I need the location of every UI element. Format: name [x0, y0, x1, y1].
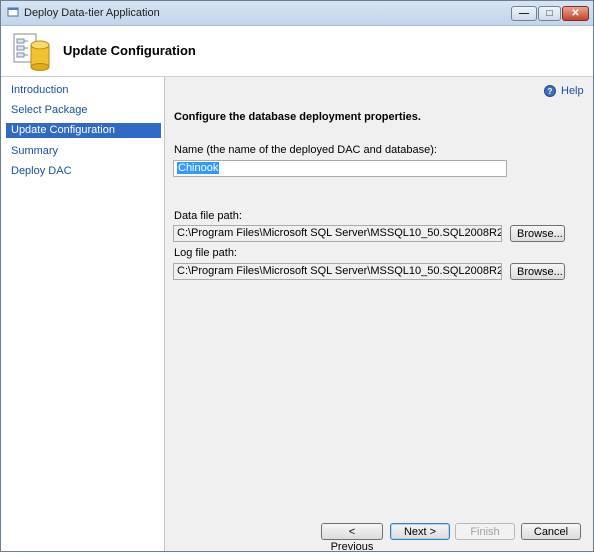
help-icon: ? — [544, 85, 556, 97]
data-file-path-label: Data file path: — [174, 210, 242, 222]
previous-button[interactable]: < Previous — [321, 523, 383, 553]
log-path-browse-button[interactable]: Browse... — [510, 263, 565, 280]
sidebar-item-select-package[interactable]: Select Package — [6, 103, 161, 118]
log-file-path-field[interactable]: C:\Program Files\Microsoft SQL Server\MS… — [173, 263, 502, 280]
database-config-icon — [13, 31, 53, 71]
sidebar-item-introduction[interactable]: Introduction — [6, 83, 161, 98]
log-file-path-label: Log file path: — [174, 247, 237, 259]
finish-button[interactable]: Finish — [455, 523, 515, 540]
minimize-icon: — — [519, 8, 529, 19]
data-path-browse-button[interactable]: Browse... — [510, 225, 565, 242]
window-title: Deploy Data-tier Application — [24, 7, 160, 19]
section-title: Configure the database deployment proper… — [174, 111, 421, 123]
main-content: ? Help Configure the database deployment… — [165, 77, 593, 553]
wizard-steps-sidebar: Introduction Select Package Update Confi… — [1, 77, 165, 551]
help-label: Help — [561, 85, 584, 97]
sidebar-item-deploy-dac[interactable]: Deploy DAC — [6, 164, 161, 179]
name-input-value: Chinook — [177, 162, 220, 174]
cancel-button[interactable]: Cancel — [521, 523, 581, 540]
sidebar-item-update-configuration[interactable]: Update Configuration — [6, 123, 161, 138]
minimize-button[interactable]: — — [511, 6, 537, 21]
sidebar-item-summary[interactable]: Summary — [6, 144, 161, 159]
close-icon: ✕ — [571, 8, 580, 19]
page-title: Update Configuration — [63, 43, 196, 58]
dialog-window: Deploy Data-tier Application — □ ✕ Updat… — [0, 0, 594, 553]
title-bar[interactable]: Deploy Data-tier Application — □ ✕ — [1, 1, 593, 26]
close-button[interactable]: ✕ — [562, 6, 589, 21]
name-input[interactable]: Chinook — [173, 160, 507, 177]
app-icon — [7, 6, 19, 18]
name-label: Name (the name of the deployed DAC and d… — [174, 144, 437, 156]
data-file-path-field[interactable]: C:\Program Files\Microsoft SQL Server\MS… — [173, 225, 502, 242]
maximize-icon: □ — [546, 8, 553, 19]
maximize-button[interactable]: □ — [538, 6, 561, 21]
svg-text:?: ? — [548, 87, 553, 96]
next-button[interactable]: Next > — [390, 523, 450, 540]
wizard-header: Update Configuration — [1, 26, 593, 77]
